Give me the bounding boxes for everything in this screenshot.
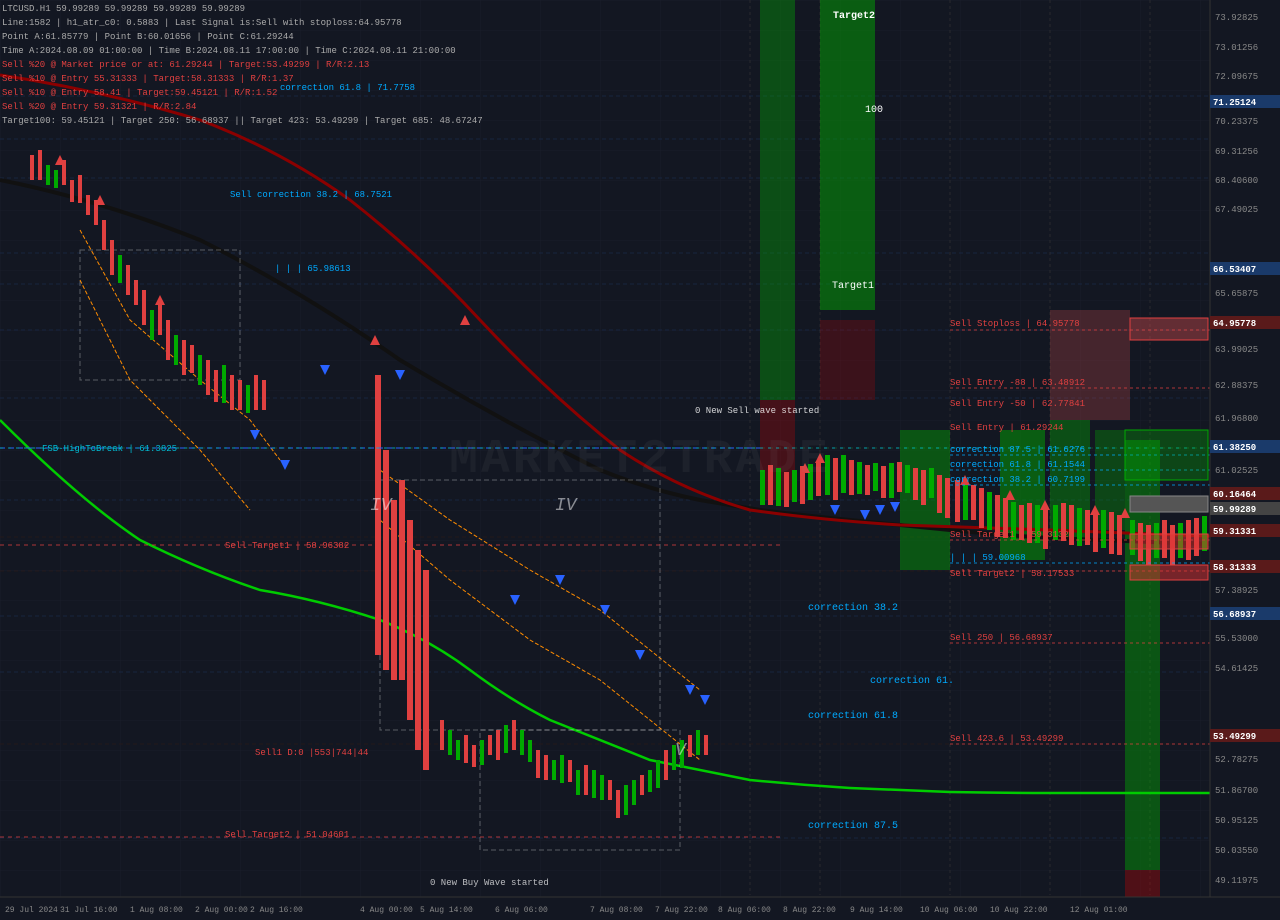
info-line5: Sell %20 @ Market price or at: 61.29244 …: [2, 58, 483, 72]
sell-info-lines: Sell %10 @ Entry 55.31333 | Target:58.31…: [2, 72, 483, 128]
svg-text:10 Aug 22:00: 10 Aug 22:00: [990, 906, 1048, 915]
svg-text:59.31331: 59.31331: [1213, 527, 1257, 537]
svg-text:57.38925: 57.38925: [1215, 586, 1258, 596]
svg-text:55.53000: 55.53000: [1215, 634, 1258, 644]
svg-text:70.23375: 70.23375: [1215, 117, 1258, 127]
svg-text:Sell Entry | 61.29244: Sell Entry | 61.29244: [950, 423, 1063, 433]
svg-text:61.02525: 61.02525: [1215, 466, 1258, 476]
svg-text:31 Jul 16:00: 31 Jul 16:00: [60, 906, 118, 915]
svg-text:Sell Entry -50 | 62.77841: Sell Entry -50 | 62.77841: [950, 399, 1085, 409]
svg-text:Sell Target2 | 51.04601: Sell Target2 | 51.04601: [225, 830, 349, 840]
svg-text:1 Aug 08:00: 1 Aug 08:00: [130, 906, 183, 915]
svg-text:correction 87.5: correction 87.5: [808, 820, 898, 832]
svg-text:Target2: Target2: [833, 11, 875, 22]
svg-text:54.61425: 54.61425: [1215, 664, 1258, 674]
info-line2: Line:1582 | h1_atr_c0: 0.5883 | Last Sig…: [2, 16, 483, 30]
svg-text:61.96800: 61.96800: [1215, 414, 1258, 424]
svg-text:0 New Sell wave started: 0 New Sell wave started: [695, 406, 819, 416]
svg-text:62.88375: 62.88375: [1215, 381, 1258, 391]
svg-text:Sell Stoploss | 64.95778: Sell Stoploss | 64.95778: [950, 319, 1080, 329]
svg-text:56.68937: 56.68937: [1213, 610, 1256, 620]
svg-text:correction 38.2: correction 38.2: [808, 602, 898, 614]
svg-text:correction 61.8 | 61.1544: correction 61.8 | 61.1544: [950, 460, 1085, 470]
svg-text:9 Aug 14:00: 9 Aug 14:00: [850, 906, 903, 915]
svg-text:IV: IV: [555, 496, 579, 516]
svg-text:49.11975: 49.11975: [1215, 876, 1258, 886]
svg-text:53.49299: 53.49299: [1213, 732, 1256, 742]
svg-text:10 Aug 06:00: 10 Aug 06:00: [920, 906, 978, 915]
svg-text:Sell Target1 | 59.31321: Sell Target1 | 59.31321: [950, 530, 1074, 540]
svg-text:63.99025: 63.99025: [1215, 345, 1258, 355]
svg-text:71.25124: 71.25124: [1213, 98, 1257, 108]
svg-text:50.95125: 50.95125: [1215, 816, 1258, 826]
svg-text:7 Aug 22:00: 7 Aug 22:00: [655, 906, 708, 915]
svg-text:FSB-HighToBreak | 61.3825: FSB-HighToBreak | 61.3825: [42, 444, 177, 454]
svg-text:7 Aug 08:00: 7 Aug 08:00: [590, 906, 643, 915]
svg-text:72.09675: 72.09675: [1215, 72, 1258, 82]
svg-text:12 Aug 01:00: 12 Aug 01:00: [1070, 906, 1128, 915]
info-line1: LTCUSD.H1 59.99289 59.99289 59.99289 59.…: [2, 2, 483, 16]
svg-text:8 Aug 22:00: 8 Aug 22:00: [783, 906, 836, 915]
chart-svg: IV IV V correction 61.8 | 71.7758 Sell c…: [0, 0, 1280, 920]
info-line3: Point A:61.85779 | Point B:60.01656 | Po…: [2, 30, 483, 44]
svg-text:51.86700: 51.86700: [1215, 786, 1258, 796]
svg-text:50.03550: 50.03550: [1215, 846, 1258, 856]
svg-text:2 Aug 16:00: 2 Aug 16:00: [250, 906, 303, 915]
svg-text:correction 38.2 | 60.7199: correction 38.2 | 60.7199: [950, 475, 1085, 485]
svg-text:Sell Entry -88 | 63.48912: Sell Entry -88 | 63.48912: [950, 378, 1085, 388]
svg-text:6 Aug 06:00: 6 Aug 06:00: [495, 906, 548, 915]
svg-text:73.01256: 73.01256: [1215, 43, 1258, 53]
svg-text:29 Jul 2024: 29 Jul 2024: [5, 906, 58, 915]
svg-text:8 Aug 06:00: 8 Aug 06:00: [718, 906, 771, 915]
svg-text:69.31256: 69.31256: [1215, 147, 1258, 157]
svg-text:Sell 250 | 56.68937: Sell 250 | 56.68937: [950, 633, 1053, 643]
svg-text:68.40600: 68.40600: [1215, 176, 1258, 186]
svg-text:Sell Target2 | 58.17533: Sell Target2 | 58.17533: [950, 569, 1074, 579]
svg-text:Sell1 D:0 |553|744|44: Sell1 D:0 |553|744|44: [255, 748, 368, 758]
svg-text:64.95778: 64.95778: [1213, 319, 1256, 329]
svg-text:52.78275: 52.78275: [1215, 755, 1258, 765]
svg-text:66.53407: 66.53407: [1213, 265, 1256, 275]
svg-text:61.38250: 61.38250: [1213, 443, 1256, 453]
svg-text:2 Aug 00:00: 2 Aug 00:00: [195, 906, 248, 915]
svg-text:| | | 65.98613: | | | 65.98613: [275, 264, 351, 274]
svg-text:0 New Buy Wave started: 0 New Buy Wave started: [430, 878, 549, 888]
svg-text:Sell Target1 | 58.96382: Sell Target1 | 58.96382: [225, 541, 349, 551]
info-line4: Time A:2024.08.09 01:00:00 | Time B:2024…: [2, 44, 483, 58]
svg-text:100: 100: [865, 105, 883, 116]
svg-text:correction 87.5 | 61.6276: correction 87.5 | 61.6276: [950, 445, 1085, 455]
svg-text:5 Aug 14:00: 5 Aug 14:00: [420, 906, 473, 915]
svg-text:IV: IV: [370, 496, 394, 516]
svg-text:correction 61.: correction 61.: [870, 675, 954, 687]
svg-text:60.16464: 60.16464: [1213, 490, 1257, 500]
svg-text:Sell correction 38.2 | 68.7521: Sell correction 38.2 | 68.7521: [230, 190, 392, 200]
svg-text:Target1: Target1: [832, 281, 874, 292]
svg-text:59.99289: 59.99289: [1213, 505, 1256, 515]
svg-text:Sell 423.6 | 53.49299: Sell 423.6 | 53.49299: [950, 734, 1063, 744]
svg-text:73.92825: 73.92825: [1215, 13, 1258, 23]
svg-text:| | | 59.00968: | | | 59.00968: [950, 553, 1026, 563]
svg-text:correction 61.8: correction 61.8: [808, 710, 898, 722]
svg-text:65.65875: 65.65875: [1215, 289, 1258, 299]
svg-text:4 Aug 00:00: 4 Aug 00:00: [360, 906, 413, 915]
svg-text:67.49025: 67.49025: [1215, 205, 1258, 215]
svg-text:58.31333: 58.31333: [1213, 563, 1256, 573]
info-bar: LTCUSD.H1 59.99289 59.99289 59.99289 59.…: [2, 2, 483, 128]
chart-container: MARKET2TRADE LTCUSD.H1 59.99289 59.99289…: [0, 0, 1280, 920]
